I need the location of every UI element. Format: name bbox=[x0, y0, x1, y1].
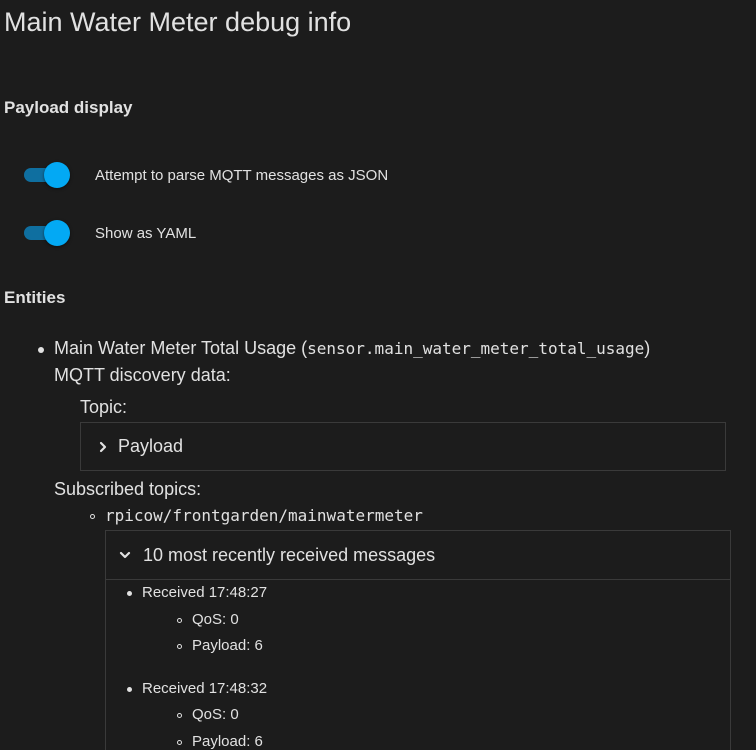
discovery-label: MQTT discovery data: bbox=[54, 365, 231, 385]
qos-bullet bbox=[177, 618, 182, 623]
chevron-down-icon bbox=[119, 549, 131, 561]
show-yaml-label: Show as YAML bbox=[95, 224, 197, 242]
messages-expander[interactable]: 10 most recently received messages bbox=[106, 531, 730, 580]
entity-close-paren: ) bbox=[644, 338, 651, 358]
message-received: Received 17:48:27 bbox=[142, 584, 268, 601]
message-bullet bbox=[127, 687, 132, 692]
parse-json-switch[interactable] bbox=[24, 162, 70, 188]
payload-bullet bbox=[177, 740, 182, 745]
messages-header: 10 most recently received messages bbox=[143, 544, 436, 565]
subscribed-topics-label: Subscribed topics: bbox=[54, 479, 202, 499]
show-yaml-switch[interactable] bbox=[24, 220, 70, 246]
topic-name: rpicow/frontgarden/mainwatermeter bbox=[105, 506, 423, 525]
entity-line: Main Water Meter Total Usage (sensor.mai… bbox=[54, 338, 650, 359]
switch-thumb bbox=[44, 162, 70, 188]
entity-bullet bbox=[38, 347, 44, 353]
message-received: Received 17:48:32 bbox=[142, 680, 268, 697]
message-qos: QoS: 0 bbox=[192, 706, 239, 723]
debug-info-page: Main Water Meter debug info Payload disp… bbox=[0, 0, 756, 750]
message-bullet bbox=[127, 591, 132, 596]
entities-heading: Entities bbox=[4, 288, 66, 307]
payload-expander[interactable]: Payload bbox=[81, 423, 725, 470]
payload-label: Payload bbox=[118, 436, 184, 456]
topic-bullet bbox=[90, 514, 95, 519]
entity-id: sensor.main_water_meter_total_usage bbox=[307, 339, 645, 358]
qos-bullet bbox=[177, 713, 182, 718]
message-qos: QoS: 0 bbox=[192, 611, 239, 628]
parse-json-label: Attempt to parse MQTT messages as JSON bbox=[95, 166, 389, 184]
payload-panel: Payload bbox=[80, 422, 726, 471]
parse-json-toggle-row: Attempt to parse MQTT messages as JSON bbox=[24, 162, 388, 188]
switch-thumb bbox=[44, 220, 70, 246]
page-title: Main Water Meter debug info bbox=[4, 7, 352, 37]
show-yaml-toggle-row: Show as YAML bbox=[24, 220, 196, 246]
entity-name: Main Water Meter Total Usage bbox=[54, 338, 297, 358]
payload-bullet bbox=[177, 644, 182, 649]
topic-label: Topic: bbox=[80, 397, 128, 417]
message-payload: Payload: 6 bbox=[192, 637, 263, 654]
chevron-right-icon bbox=[97, 441, 109, 453]
message-payload: Payload: 6 bbox=[192, 733, 263, 750]
payload-display-heading: Payload display bbox=[4, 98, 133, 117]
